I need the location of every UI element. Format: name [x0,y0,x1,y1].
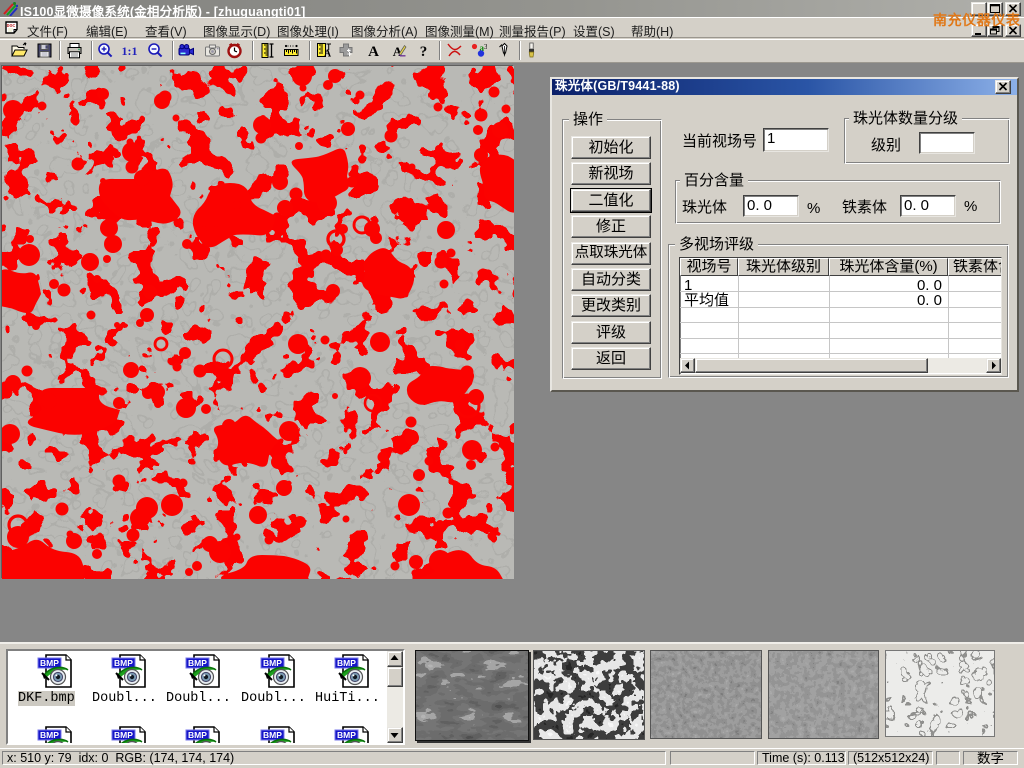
svg-text:1:1: 1:1 [122,44,138,58]
svg-text:DOC: DOC [7,23,16,29]
svg-text:3: 3 [484,43,487,51]
svg-text:?: ? [420,44,428,59]
svg-text:A: A [368,44,379,59]
svg-text:A: A [324,49,332,60]
